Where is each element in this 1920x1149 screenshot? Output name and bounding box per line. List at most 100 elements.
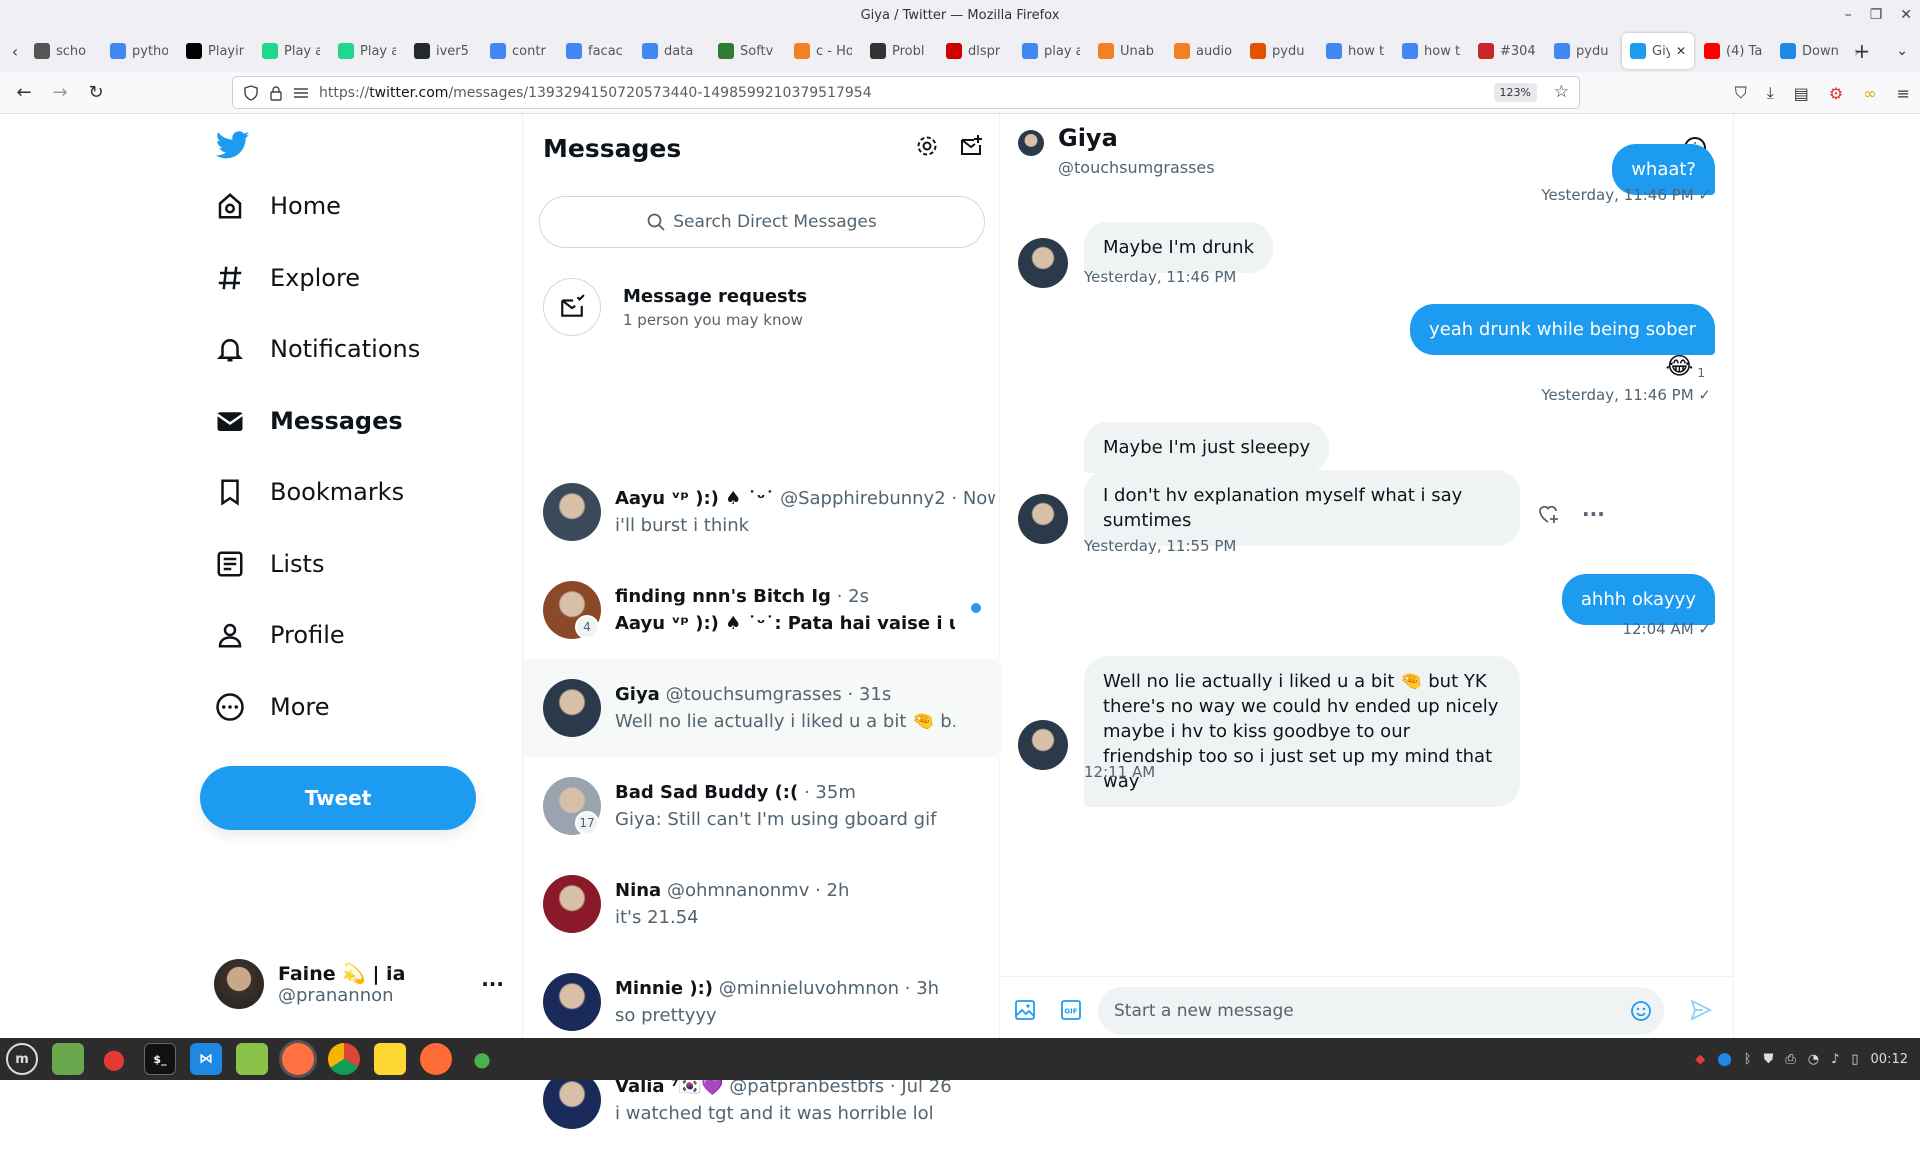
reader-icon[interactable]: ▤ (1794, 84, 1809, 103)
volume-icon[interactable]: ♪ (1831, 1052, 1839, 1067)
settings-gear-icon[interactable] (915, 134, 939, 158)
back-icon[interactable]: ← (6, 82, 42, 103)
chrome-icon[interactable] (328, 1043, 360, 1075)
conversation-item[interactable]: Nina @ohmnanonmv · 2h it's 21.54 (523, 855, 1001, 953)
browser-tab[interactable]: Down (1772, 33, 1846, 69)
twitter-logo-icon[interactable] (214, 128, 252, 162)
received-message[interactable]: Maybe I'm just sleeepy (1084, 422, 1330, 473)
browser-tab[interactable]: dlspr (938, 33, 1012, 69)
received-message[interactable]: Well no lie actually i liked u a bit 🤏 b… (1084, 656, 1520, 807)
received-message[interactable]: I don't hv explanation myself what i say… (1084, 470, 1520, 546)
wifi-icon[interactable]: ◔ (1808, 1052, 1819, 1067)
emoji-icon[interactable] (1630, 1000, 1652, 1022)
browser-tab[interactable]: scho (26, 33, 100, 69)
browser-tab[interactable]: how t (1318, 33, 1392, 69)
new-message-icon[interactable] (959, 134, 983, 158)
teamviewer-icon[interactable]: ⬤ (1717, 1052, 1732, 1067)
browser-tab[interactable]: iver5 (406, 33, 480, 69)
restore-icon[interactable]: ❐ (1870, 7, 1883, 23)
url-bar[interactable]: https://twitter.com/messages/13932941507… (232, 76, 1580, 109)
browser-tab[interactable]: Probl (862, 33, 936, 69)
conversation-item[interactable]: 4 finding nnn's Bitch Ig · 2s Aayu ᵛᵖ ):) … (523, 561, 1001, 659)
browser-tab[interactable]: pydu (1242, 33, 1316, 69)
received-message[interactable]: Maybe I'm drunk (1084, 222, 1274, 273)
browser-tab[interactable]: pydu (1546, 33, 1620, 69)
browser-tab[interactable]: Play a (330, 33, 404, 69)
maps-icon[interactable]: ⬤ (98, 1043, 130, 1075)
browser-tab[interactable]: pytho (102, 33, 176, 69)
close-tab-icon[interactable]: ✕ (1676, 44, 1686, 58)
browser-tab[interactable]: Play a (254, 33, 328, 69)
anydesk-icon[interactable]: ◆ (1695, 1052, 1705, 1067)
downloads-icon[interactable]: ⤓ (1767, 83, 1774, 103)
browser-tab[interactable]: audio (1166, 33, 1240, 69)
browser-tab[interactable]: data (634, 33, 708, 69)
printer-icon[interactable]: ⎙ (1785, 1052, 1795, 1067)
zoom-level[interactable]: 123% (1493, 83, 1537, 102)
menu-icon[interactable]: ≡ (1897, 84, 1910, 103)
browser-tab[interactable]: facac (558, 33, 632, 69)
browser-tab[interactable]: #304 (1470, 33, 1544, 69)
link-extension-icon[interactable]: ∞ (1863, 84, 1876, 103)
sidebar-item-notifications[interactable]: Notifications (214, 321, 420, 377)
sidebar-item-lists[interactable]: Lists (214, 536, 324, 592)
sidebar-item-bookmarks[interactable]: Bookmarks (214, 464, 404, 520)
send-icon[interactable] (1690, 999, 1712, 1021)
sidebar-item-explore[interactable]: Explore (214, 250, 360, 306)
mongodb-icon[interactable]: ● (466, 1043, 498, 1075)
browser-tab[interactable]: how t (1394, 33, 1468, 69)
browser-tab[interactable]: Unab (1090, 33, 1164, 69)
minimize-icon[interactable]: – (1845, 7, 1852, 23)
conversation-item[interactable]: Aayu ᵛᵖ ):) ♠ ˙ᵕ˙ @Sapphirebunny2 · Now i… (523, 463, 1001, 561)
sidebar-item-messages[interactable]: Messages (214, 393, 403, 449)
clipboard-icon[interactable]: ▯ (1851, 1052, 1858, 1067)
browser-tab[interactable]: Playin (178, 33, 252, 69)
account-switcher[interactable]: Faine 💫 | ia @pranannon ··· (214, 954, 504, 1014)
browser-tab[interactable]: contr (482, 33, 556, 69)
extension-icon[interactable]: ⚙ (1829, 84, 1843, 103)
media-icon[interactable] (1014, 999, 1036, 1021)
files-icon[interactable] (236, 1043, 268, 1075)
gif-icon[interactable]: GIF (1060, 999, 1082, 1021)
browser-tab[interactable]: Softv (710, 33, 784, 69)
bookmark-star-icon[interactable]: ☆ (1554, 82, 1569, 102)
message-requests[interactable]: Message requests 1 person you may know (543, 278, 807, 336)
pocket-icon[interactable]: ⛉ (1735, 83, 1747, 103)
update-shield-icon[interactable]: ⛊ (1764, 1052, 1774, 1067)
mint-menu-icon[interactable]: m (6, 1043, 38, 1075)
terminal-icon[interactable]: $_ (144, 1043, 176, 1075)
sidebar-item-profile[interactable]: Profile (214, 607, 345, 663)
more-horizontal-icon[interactable]: ··· (1582, 502, 1605, 526)
tweet-button[interactable]: Tweet (200, 766, 476, 830)
conversation-item[interactable]: Giya @touchsumgrasses · 31s Well no lie a… (523, 659, 1001, 757)
reaction[interactable]: 😂 1 (1665, 352, 1705, 380)
tab-scroll-left-icon[interactable]: ‹ (4, 42, 26, 61)
conversation-item[interactable]: 17 Bad Sad Buddy (:( · 35m Giya: Still can… (523, 757, 1001, 855)
sidebar-item-more[interactable]: More (214, 679, 330, 735)
reload-icon[interactable]: ↻ (78, 82, 114, 103)
browser-tab[interactable]: play a (1014, 33, 1088, 69)
close-window-icon[interactable]: ✕ (1900, 7, 1912, 23)
clock[interactable]: 00:12 (1871, 1052, 1908, 1067)
forward-icon[interactable]: → (42, 82, 78, 103)
bluetooth-icon[interactable]: ᛒ (1744, 1052, 1752, 1067)
show-desktop-icon[interactable] (52, 1043, 84, 1075)
react-heart-icon[interactable] (1536, 502, 1560, 526)
browser-tab[interactable]: (4) Ta (1696, 33, 1770, 69)
sent-message[interactable]: yeah drunk while being sober (1410, 304, 1715, 355)
firefox-icon[interactable] (282, 1043, 314, 1075)
sent-message[interactable]: ahhh okayyy (1561, 574, 1715, 625)
browser-tab[interactable]: c - Ho (786, 33, 860, 69)
browser-tab[interactable]: Giy ✕ (1622, 33, 1694, 69)
vscode-icon[interactable]: ⋈ (190, 1043, 222, 1075)
notes-icon[interactable] (374, 1043, 406, 1075)
conversation-header[interactable]: Giya @touchsumgrasses (1018, 124, 1215, 177)
search-input[interactable]: Search Direct Messages (539, 196, 985, 248)
conversation-item[interactable]: Minnie ):) @minnieluvohmnon · 3h so prett… (523, 953, 1001, 1051)
new-tab-icon[interactable]: + (1854, 39, 1871, 63)
postman-icon[interactable] (420, 1043, 452, 1075)
list-tabs-icon[interactable]: ⌄ (1896, 43, 1908, 59)
message-input[interactable]: Start a new message (1098, 987, 1664, 1035)
avatar (543, 483, 601, 541)
sidebar-item-home[interactable]: Home (214, 178, 341, 234)
